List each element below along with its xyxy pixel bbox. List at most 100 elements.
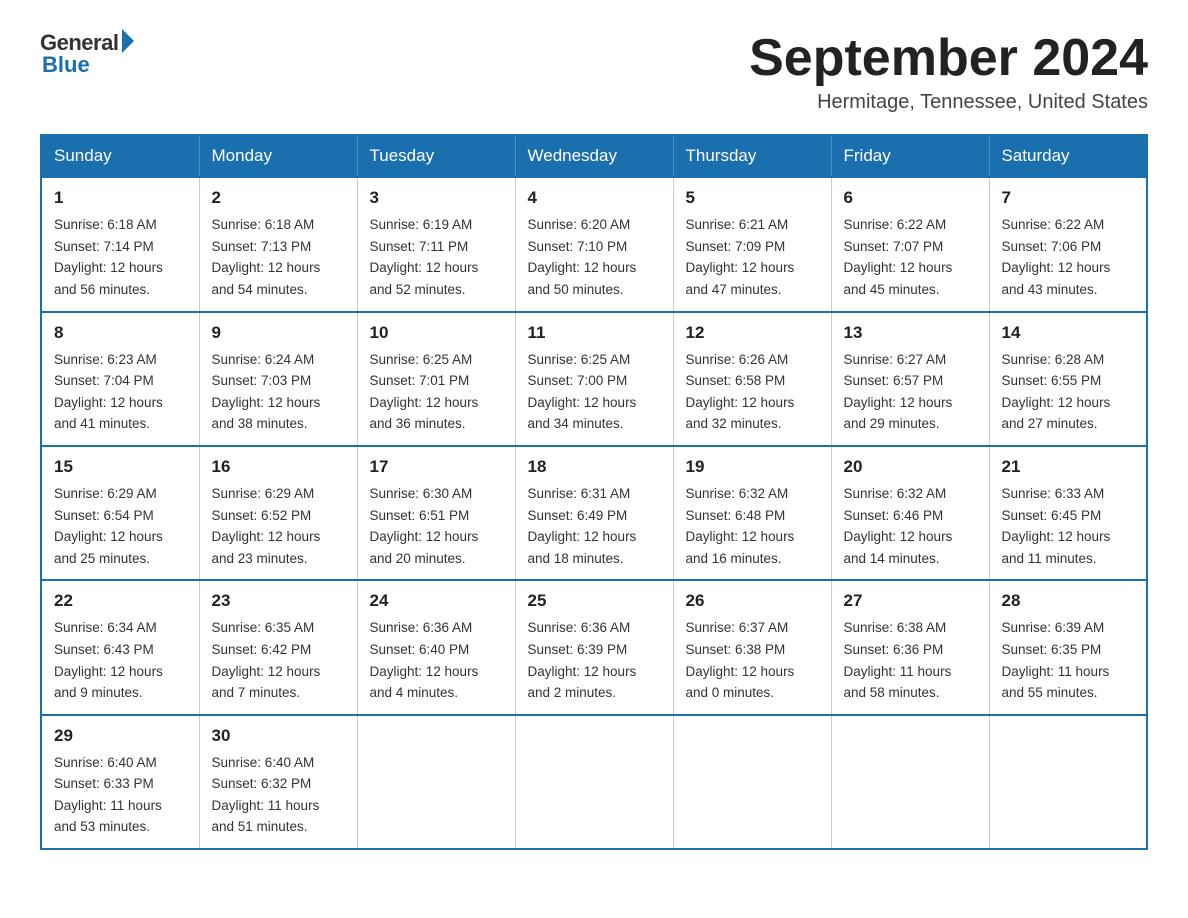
calendar-cell: 19 Sunrise: 6:32 AMSunset: 6:48 PMDayligh… [673, 446, 831, 580]
sun-info: Sunrise: 6:39 AMSunset: 6:35 PMDaylight:… [1002, 617, 1135, 703]
calendar-cell [515, 715, 673, 849]
calendar-cell: 21 Sunrise: 6:33 AMSunset: 6:45 PMDayligh… [989, 446, 1147, 580]
day-number: 27 [844, 591, 977, 611]
day-number: 3 [370, 188, 503, 208]
sun-info: Sunrise: 6:22 AMSunset: 7:06 PMDaylight:… [1002, 214, 1135, 300]
calendar-cell: 9 Sunrise: 6:24 AMSunset: 7:03 PMDaylight… [199, 312, 357, 446]
calendar-week-1: 1 Sunrise: 6:18 AMSunset: 7:14 PMDaylight… [41, 177, 1147, 311]
day-number: 30 [212, 726, 345, 746]
calendar-table: Sunday Monday Tuesday Wednesday Thursday… [40, 134, 1148, 850]
calendar-cell: 25 Sunrise: 6:36 AMSunset: 6:39 PMDayligh… [515, 580, 673, 714]
calendar-cell: 24 Sunrise: 6:36 AMSunset: 6:40 PMDayligh… [357, 580, 515, 714]
day-number: 19 [686, 457, 819, 477]
sun-info: Sunrise: 6:32 AMSunset: 6:48 PMDaylight:… [686, 483, 819, 569]
day-number: 7 [1002, 188, 1135, 208]
header-friday: Friday [831, 135, 989, 177]
sun-info: Sunrise: 6:32 AMSunset: 6:46 PMDaylight:… [844, 483, 977, 569]
sun-info: Sunrise: 6:25 AMSunset: 7:00 PMDaylight:… [528, 349, 661, 435]
sun-info: Sunrise: 6:22 AMSunset: 7:07 PMDaylight:… [844, 214, 977, 300]
calendar-cell: 17 Sunrise: 6:30 AMSunset: 6:51 PMDayligh… [357, 446, 515, 580]
sun-info: Sunrise: 6:29 AMSunset: 6:54 PMDaylight:… [54, 483, 187, 569]
calendar-cell: 2Sunrise: 6:18 AMSunset: 7:13 PMDaylight… [199, 177, 357, 311]
sun-info: Sunrise: 6:27 AMSunset: 6:57 PMDaylight:… [844, 349, 977, 435]
calendar-cell: 22 Sunrise: 6:34 AMSunset: 6:43 PMDayligh… [41, 580, 199, 714]
sun-info: Sunrise: 6:19 AMSunset: 7:11 PMDaylight:… [370, 214, 503, 300]
calendar-cell: 18 Sunrise: 6:31 AMSunset: 6:49 PMDayligh… [515, 446, 673, 580]
calendar-cell: 16 Sunrise: 6:29 AMSunset: 6:52 PMDayligh… [199, 446, 357, 580]
day-number: 22 [54, 591, 187, 611]
calendar-cell: 27 Sunrise: 6:38 AMSunset: 6:36 PMDayligh… [831, 580, 989, 714]
logo-blue-text: Blue [40, 52, 90, 78]
day-number: 20 [844, 457, 977, 477]
day-number: 2 [212, 188, 345, 208]
sun-info: Sunrise: 6:18 AMSunset: 7:14 PMDaylight:… [54, 214, 187, 300]
calendar-cell: 10 Sunrise: 6:25 AMSunset: 7:01 PMDayligh… [357, 312, 515, 446]
sun-info: Sunrise: 6:34 AMSunset: 6:43 PMDaylight:… [54, 617, 187, 703]
day-number: 29 [54, 726, 187, 746]
day-number: 13 [844, 323, 977, 343]
day-number: 28 [1002, 591, 1135, 611]
calendar-cell: 12Sunrise: 6:26 AMSunset: 6:58 PMDayligh… [673, 312, 831, 446]
calendar-week-4: 22 Sunrise: 6:34 AMSunset: 6:43 PMDayligh… [41, 580, 1147, 714]
header-sunday: Sunday [41, 135, 199, 177]
day-number: 10 [370, 323, 503, 343]
sun-info: Sunrise: 6:33 AMSunset: 6:45 PMDaylight:… [1002, 483, 1135, 569]
calendar-cell [357, 715, 515, 849]
day-number: 15 [54, 457, 187, 477]
day-number: 17 [370, 457, 503, 477]
calendar-cell: 4Sunrise: 6:20 AMSunset: 7:10 PMDaylight… [515, 177, 673, 311]
calendar-cell: 7 Sunrise: 6:22 AMSunset: 7:06 PMDaylight… [989, 177, 1147, 311]
sun-info: Sunrise: 6:28 AMSunset: 6:55 PMDaylight:… [1002, 349, 1135, 435]
sun-info: Sunrise: 6:31 AMSunset: 6:49 PMDaylight:… [528, 483, 661, 569]
calendar-cell: 3 Sunrise: 6:19 AMSunset: 7:11 PMDaylight… [357, 177, 515, 311]
header-monday: Monday [199, 135, 357, 177]
header-tuesday: Tuesday [357, 135, 515, 177]
header-saturday: Saturday [989, 135, 1147, 177]
day-number: 1 [54, 188, 187, 208]
page-header: General Blue September 2024 Hermitage, T… [40, 30, 1148, 114]
calendar-cell [673, 715, 831, 849]
day-number: 11 [528, 323, 661, 343]
day-number: 24 [370, 591, 503, 611]
sun-info: Sunrise: 6:23 AMSunset: 7:04 PMDaylight:… [54, 349, 187, 435]
logo-triangle-icon [122, 29, 134, 53]
sun-info: Sunrise: 6:38 AMSunset: 6:36 PMDaylight:… [844, 617, 977, 703]
calendar-header: Sunday Monday Tuesday Wednesday Thursday… [41, 135, 1147, 177]
sun-info: Sunrise: 6:40 AMSunset: 6:32 PMDaylight:… [212, 752, 345, 838]
calendar-body: 1 Sunrise: 6:18 AMSunset: 7:14 PMDaylight… [41, 177, 1147, 849]
header-row: Sunday Monday Tuesday Wednesday Thursday… [41, 135, 1147, 177]
day-number: 9 [212, 323, 345, 343]
sun-info: Sunrise: 6:29 AMSunset: 6:52 PMDaylight:… [212, 483, 345, 569]
calendar-cell: 23Sunrise: 6:35 AMSunset: 6:42 PMDayligh… [199, 580, 357, 714]
sun-info: Sunrise: 6:40 AMSunset: 6:33 PMDaylight:… [54, 752, 187, 838]
day-number: 16 [212, 457, 345, 477]
day-number: 25 [528, 591, 661, 611]
calendar-cell: 14 Sunrise: 6:28 AMSunset: 6:55 PMDayligh… [989, 312, 1147, 446]
sun-info: Sunrise: 6:37 AMSunset: 6:38 PMDaylight:… [686, 617, 819, 703]
sun-info: Sunrise: 6:36 AMSunset: 6:40 PMDaylight:… [370, 617, 503, 703]
day-number: 21 [1002, 457, 1135, 477]
day-number: 18 [528, 457, 661, 477]
calendar-cell: 29 Sunrise: 6:40 AMSunset: 6:33 PMDayligh… [41, 715, 199, 849]
sun-info: Sunrise: 6:24 AMSunset: 7:03 PMDaylight:… [212, 349, 345, 435]
calendar-cell: 20 Sunrise: 6:32 AMSunset: 6:46 PMDayligh… [831, 446, 989, 580]
sun-info: Sunrise: 6:25 AMSunset: 7:01 PMDaylight:… [370, 349, 503, 435]
sun-info: Sunrise: 6:21 AMSunset: 7:09 PMDaylight:… [686, 214, 819, 300]
sun-info: Sunrise: 6:35 AMSunset: 6:42 PMDaylight:… [212, 617, 345, 703]
header-thursday: Thursday [673, 135, 831, 177]
calendar-week-2: 8 Sunrise: 6:23 AMSunset: 7:04 PMDaylight… [41, 312, 1147, 446]
sun-info: Sunrise: 6:30 AMSunset: 6:51 PMDaylight:… [370, 483, 503, 569]
calendar-cell [831, 715, 989, 849]
day-number: 12 [686, 323, 819, 343]
month-title: September 2024 [749, 30, 1148, 87]
day-number: 8 [54, 323, 187, 343]
calendar-cell: 11 Sunrise: 6:25 AMSunset: 7:00 PMDayligh… [515, 312, 673, 446]
calendar-cell: 8 Sunrise: 6:23 AMSunset: 7:04 PMDaylight… [41, 312, 199, 446]
day-number: 26 [686, 591, 819, 611]
calendar-cell: 1 Sunrise: 6:18 AMSunset: 7:14 PMDaylight… [41, 177, 199, 311]
sun-info: Sunrise: 6:36 AMSunset: 6:39 PMDaylight:… [528, 617, 661, 703]
day-number: 6 [844, 188, 977, 208]
day-number: 14 [1002, 323, 1135, 343]
logo: General Blue [40, 30, 134, 78]
calendar-cell: 15 Sunrise: 6:29 AMSunset: 6:54 PMDayligh… [41, 446, 199, 580]
